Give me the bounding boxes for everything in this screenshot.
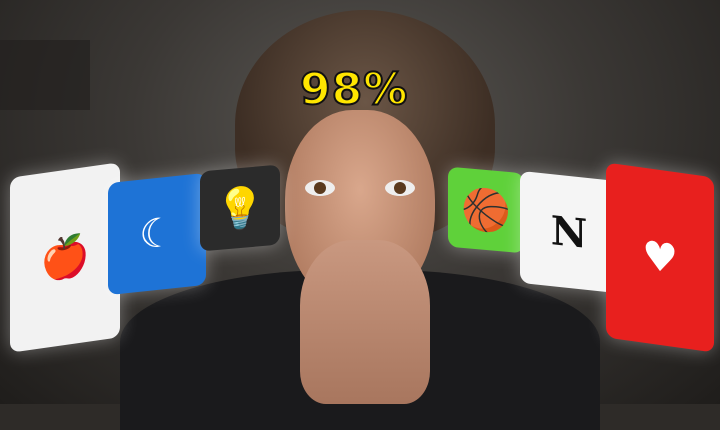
right-eye — [385, 180, 415, 196]
sports-balls-icon: 🏀 — [448, 166, 524, 254]
notion-icon: N — [520, 170, 618, 294]
percentage-overlay: 98% — [299, 63, 409, 116]
heart-icon: ♥ — [606, 162, 714, 353]
shelf — [0, 40, 90, 110]
lightbulb-icon: 💡 — [200, 164, 280, 252]
left-eye — [305, 180, 335, 196]
food-icon: 🍎 — [10, 162, 120, 353]
sleep-moon-icon: ☾ — [108, 172, 206, 296]
clasped-hands — [300, 240, 430, 404]
